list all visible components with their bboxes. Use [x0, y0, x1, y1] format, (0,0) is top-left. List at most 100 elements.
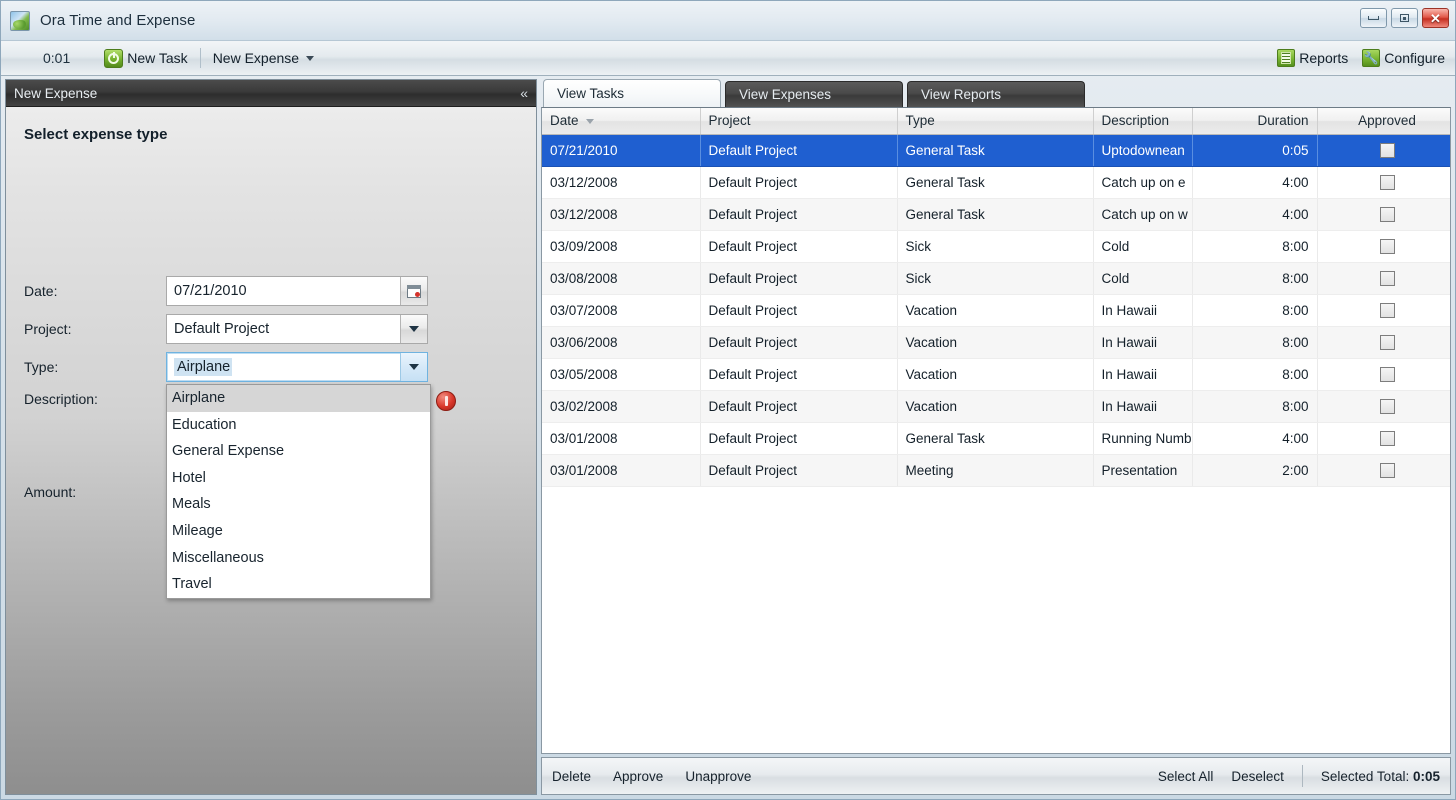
- dropdown-option[interactable]: Meals: [167, 491, 430, 518]
- approved-checkbox[interactable]: [1379, 398, 1395, 414]
- type-select[interactable]: Airplane: [166, 352, 428, 382]
- cell-approved: [1317, 166, 1450, 199]
- approved-checkbox[interactable]: [1379, 206, 1395, 222]
- toolbar-right-group: Reports 🔧 Configure: [1277, 49, 1445, 67]
- approved-checkbox[interactable]: [1379, 430, 1395, 446]
- main-toolbar: 0:01 New Task New Expense Reports 🔧 Conf…: [1, 41, 1455, 76]
- type-value: Airplane: [174, 358, 233, 376]
- table-row[interactable]: 03/05/2008 Default Project Vacation In Hawa…: [542, 358, 1450, 391]
- cell-type: Vacation: [897, 294, 1094, 327]
- tab-view-reports[interactable]: View Reports: [907, 81, 1085, 107]
- description-label: Description:: [24, 391, 98, 407]
- approved-checkbox[interactable]: [1379, 270, 1395, 286]
- grid-header-row: Date Project Type Description Duration A…: [542, 108, 1450, 135]
- table-row[interactable]: 07/21/2010 Default Project General Task Upt…: [542, 134, 1450, 167]
- table-row[interactable]: 03/08/2008 Default Project Sick Cold 8:00: [542, 262, 1450, 295]
- panel-header: New Expense «: [6, 80, 536, 107]
- cell-type: Vacation: [897, 326, 1094, 359]
- date-input[interactable]: 07/21/2010: [166, 276, 428, 306]
- table-row[interactable]: 03/02/2008 Default Project Vacation In Hawa…: [542, 390, 1450, 423]
- cell-type: General Task: [897, 198, 1094, 231]
- collapse-panel-icon[interactable]: «: [520, 85, 528, 101]
- cell-date: 03/01/2008: [542, 422, 701, 455]
- tab-view-tasks[interactable]: View Tasks: [543, 79, 721, 107]
- cell-approved: [1317, 262, 1450, 295]
- column-header-approved[interactable]: Approved: [1317, 108, 1450, 135]
- new-expense-button[interactable]: New Expense: [213, 50, 315, 66]
- field-row-project: Project: Default Project: [24, 314, 428, 344]
- dropdown-option[interactable]: Airplane: [167, 385, 430, 412]
- grid-actions-bar: Delete Approve Unapprove Select All Dese…: [541, 757, 1451, 795]
- validation-error: [436, 391, 456, 411]
- timer-display: 0:01: [43, 50, 71, 66]
- table-row[interactable]: 03/12/2008 Default Project General Task Cat…: [542, 198, 1450, 231]
- select-all-button[interactable]: Select All: [1158, 769, 1214, 784]
- title-bar: Ora Time and Expense ✕: [1, 1, 1455, 41]
- approved-checkbox[interactable]: [1379, 238, 1395, 254]
- table-row[interactable]: 03/12/2008 Default Project General Task Cat…: [542, 166, 1450, 199]
- restore-icon: [1400, 14, 1409, 22]
- column-header-description[interactable]: Description: [1093, 108, 1193, 135]
- cell-description: Running Numb: [1093, 422, 1193, 455]
- cell-date: 03/12/2008: [542, 166, 701, 199]
- close-button[interactable]: ✕: [1422, 8, 1449, 28]
- minimize-button[interactable]: [1360, 8, 1387, 28]
- column-header-duration[interactable]: Duration: [1192, 108, 1318, 135]
- dropdown-option[interactable]: Travel: [167, 571, 430, 598]
- dropdown-option[interactable]: Mileage: [167, 518, 430, 545]
- cell-duration: 8:00: [1192, 358, 1318, 391]
- cell-date: 03/09/2008: [542, 230, 701, 263]
- app-window: Ora Time and Expense ✕ 0:01 New Task New…: [0, 0, 1456, 800]
- unapprove-button[interactable]: Unapprove: [685, 769, 751, 784]
- tasks-grid: Date Project Type Description Duration A…: [542, 108, 1450, 487]
- column-header-project[interactable]: Project: [700, 108, 898, 135]
- cell-description: Catch up on e: [1093, 166, 1193, 199]
- approved-checkbox[interactable]: [1379, 142, 1395, 158]
- column-header-date[interactable]: Date: [542, 108, 701, 135]
- approved-checkbox[interactable]: [1379, 174, 1395, 190]
- cell-approved: [1317, 358, 1450, 391]
- new-task-button[interactable]: New Task: [104, 48, 188, 68]
- cell-type: Meeting: [897, 454, 1094, 487]
- dropdown-option[interactable]: Miscellaneous: [167, 545, 430, 572]
- restore-button[interactable]: [1391, 8, 1418, 28]
- cell-type: Sick: [897, 230, 1094, 263]
- type-dropdown-list[interactable]: Airplane Education General Expense Hotel…: [166, 384, 431, 599]
- approved-checkbox[interactable]: [1379, 366, 1395, 382]
- cell-description: Presentation: [1093, 454, 1193, 487]
- approved-checkbox[interactable]: [1379, 462, 1395, 478]
- approved-checkbox[interactable]: [1379, 334, 1395, 350]
- cell-description: Uptodownean: [1093, 134, 1193, 167]
- type-dropdown-button[interactable]: [400, 353, 427, 381]
- dropdown-option[interactable]: Education: [167, 412, 430, 439]
- project-dropdown-button[interactable]: [400, 315, 427, 343]
- reports-button[interactable]: Reports: [1277, 49, 1348, 67]
- cell-type: General Task: [897, 166, 1094, 199]
- approved-checkbox[interactable]: [1379, 302, 1395, 318]
- deselect-button[interactable]: Deselect: [1231, 769, 1284, 784]
- cell-date: 03/12/2008: [542, 198, 701, 231]
- cell-duration: 4:00: [1192, 198, 1318, 231]
- delete-button[interactable]: Delete: [552, 769, 591, 784]
- field-row-amount: Amount:: [24, 484, 166, 500]
- table-row[interactable]: 03/09/2008 Default Project Sick Cold 8:00: [542, 230, 1450, 263]
- table-row[interactable]: 03/06/2008 Default Project Vacation In Hawa…: [542, 326, 1450, 359]
- toolbar-divider: [199, 48, 201, 68]
- table-row[interactable]: 03/01/2008 Default Project General Task Run…: [542, 422, 1450, 455]
- table-row[interactable]: 03/01/2008 Default Project Meeting Presenta…: [542, 454, 1450, 487]
- column-header-type[interactable]: Type: [897, 108, 1094, 135]
- error-icon[interactable]: [436, 391, 456, 411]
- dropdown-option[interactable]: General Expense: [167, 438, 430, 465]
- wrench-icon: 🔧: [1362, 49, 1381, 67]
- project-select[interactable]: Default Project: [166, 314, 428, 344]
- date-picker-button[interactable]: [400, 277, 427, 305]
- approve-button[interactable]: Approve: [613, 769, 663, 784]
- chevron-down-icon[interactable]: [306, 55, 315, 61]
- table-row[interactable]: 03/07/2008 Default Project Vacation In Hawa…: [542, 294, 1450, 327]
- dropdown-option[interactable]: Hotel: [167, 465, 430, 492]
- configure-button[interactable]: 🔧 Configure: [1362, 49, 1445, 67]
- date-value: 07/21/2010: [174, 283, 247, 299]
- cell-approved: [1317, 230, 1450, 263]
- tab-view-expenses[interactable]: View Expenses: [725, 81, 903, 107]
- column-label: Date: [550, 113, 579, 129]
